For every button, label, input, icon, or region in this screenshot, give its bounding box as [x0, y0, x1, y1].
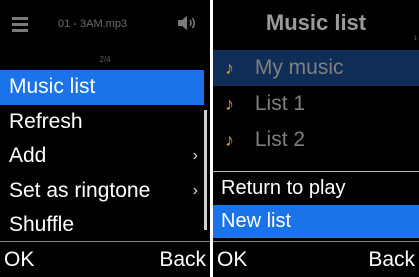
- back-softkey[interactable]: Back: [368, 242, 415, 277]
- menu-scrollbar[interactable]: [204, 110, 207, 230]
- menu-item-label: Set as ringtone: [9, 178, 151, 202]
- playlist-list: ♪ My music ♪ List 1 ♪ List 2: [213, 50, 419, 158]
- chevron-right-icon: ›: [192, 181, 198, 199]
- now-playing-track: 01 - 3AM.mp3: [58, 18, 128, 30]
- back-softkey[interactable]: Back: [159, 242, 206, 277]
- popup-item-return-to-play[interactable]: Return to play: [213, 172, 419, 205]
- menu-item-label: Add: [9, 144, 47, 167]
- page-indicator: 2/4: [99, 55, 111, 64]
- list-item-my-music[interactable]: ♪ My music: [213, 50, 419, 86]
- popup-item-label: Return to play: [221, 177, 346, 199]
- menu-item-label: Music list: [9, 75, 96, 98]
- playlist-icon: [12, 16, 28, 32]
- popup-item-label: New list: [221, 210, 292, 232]
- chevron-right-icon: ›: [192, 147, 198, 164]
- menu-item-set-as-ringtone[interactable]: Set as ringtone ›: [0, 174, 204, 209]
- list-item-list-1[interactable]: ♪ List 1: [213, 86, 419, 122]
- menu-item-shuffle[interactable]: Shuffle: [0, 208, 204, 243]
- menu-item-music-list[interactable]: Music list: [0, 70, 204, 105]
- menu-item-label: Refresh: [9, 109, 83, 133]
- softkey-bar: OK Back: [213, 241, 419, 277]
- list-position-indicator: 1: [413, 36, 417, 42]
- music-note-icon: ♪: [225, 94, 234, 114]
- music-list-screen: Music list 1 ♪ My music ♪ List 1 ♪ List …: [213, 0, 419, 277]
- menu-item-refresh[interactable]: Refresh: [0, 105, 204, 140]
- options-popup: Return to play New list: [213, 171, 419, 238]
- options-menu: Music list Refresh Add › Set as ringtone…: [0, 70, 204, 243]
- list-item-list-2[interactable]: ♪ List 2: [213, 122, 419, 158]
- status-bar: 01 - 3AM.mp3 2/4: [0, 0, 210, 64]
- popup-item-new-list[interactable]: New list: [213, 205, 419, 238]
- music-note-icon: ♪: [225, 58, 234, 78]
- list-item-label: List 2: [254, 128, 306, 151]
- ok-softkey[interactable]: OK: [217, 242, 247, 277]
- volume-icon: [178, 16, 195, 30]
- list-item-label: My music: [254, 56, 344, 79]
- menu-item-add[interactable]: Add ›: [0, 139, 204, 174]
- menu-item-label: Shuffle: [9, 213, 74, 236]
- main-menu-screen: 01 - 3AM.mp3 2/4 Music list Refresh Add …: [0, 0, 210, 277]
- ok-softkey[interactable]: OK: [4, 242, 34, 277]
- list-item-label: List 1: [254, 92, 306, 115]
- music-note-icon: ♪: [225, 130, 234, 150]
- softkey-bar: OK Back: [0, 241, 210, 277]
- page-title: Music list: [265, 10, 367, 35]
